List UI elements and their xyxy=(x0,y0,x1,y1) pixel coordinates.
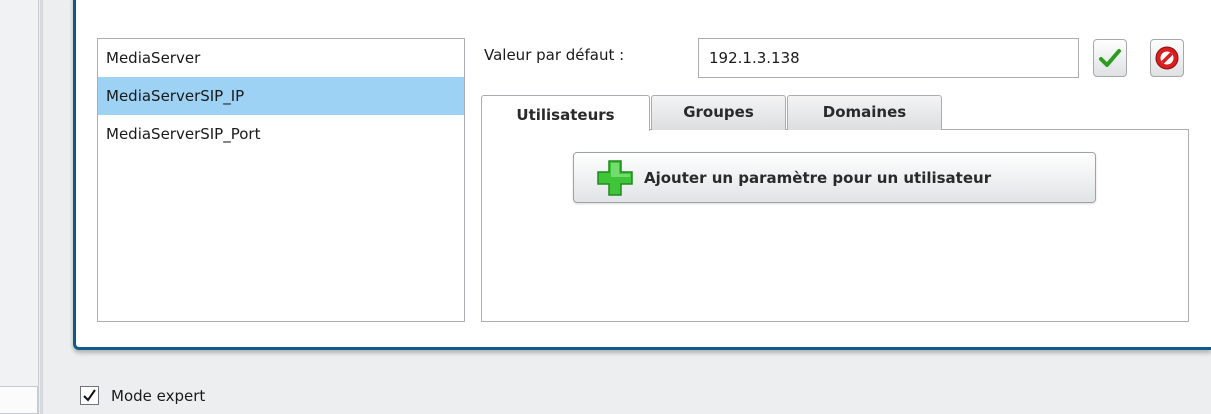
tab-domaines[interactable]: Domaines xyxy=(787,95,942,130)
confirm-button[interactable] xyxy=(1093,39,1127,77)
tab-utilisateurs[interactable]: Utilisateurs xyxy=(481,95,650,131)
sidebar-tab[interactable] xyxy=(0,386,38,414)
mode-expert-checkbox[interactable] xyxy=(80,386,99,405)
check-icon xyxy=(1099,49,1121,67)
list-item[interactable]: MediaServer xyxy=(98,39,464,77)
default-value-input[interactable]: 192.1.3.138 xyxy=(698,38,1079,78)
left-sidebar-edge xyxy=(0,0,43,414)
list-item[interactable]: MediaServerSIP_IP xyxy=(98,77,464,115)
default-value-label: Valeur par défaut : xyxy=(484,46,625,64)
parameter-list: MediaServer MediaServerSIP_IP MediaServe… xyxy=(97,38,465,322)
plus-icon xyxy=(597,159,633,196)
add-button-label: Ajouter un paramètre pour un utilisateur xyxy=(644,168,992,187)
mode-expert: Mode expert xyxy=(80,386,205,405)
cancel-button[interactable] xyxy=(1150,39,1184,77)
list-item[interactable]: MediaServerSIP_Port xyxy=(98,115,464,153)
mode-expert-label: Mode expert xyxy=(111,386,206,405)
tab-groupes[interactable]: Groupes xyxy=(651,95,786,130)
no-entry-icon xyxy=(1155,46,1179,70)
checkmark-icon xyxy=(83,389,96,402)
add-user-parameter-button[interactable]: Ajouter un paramètre pour un utilisateur xyxy=(573,152,1096,203)
